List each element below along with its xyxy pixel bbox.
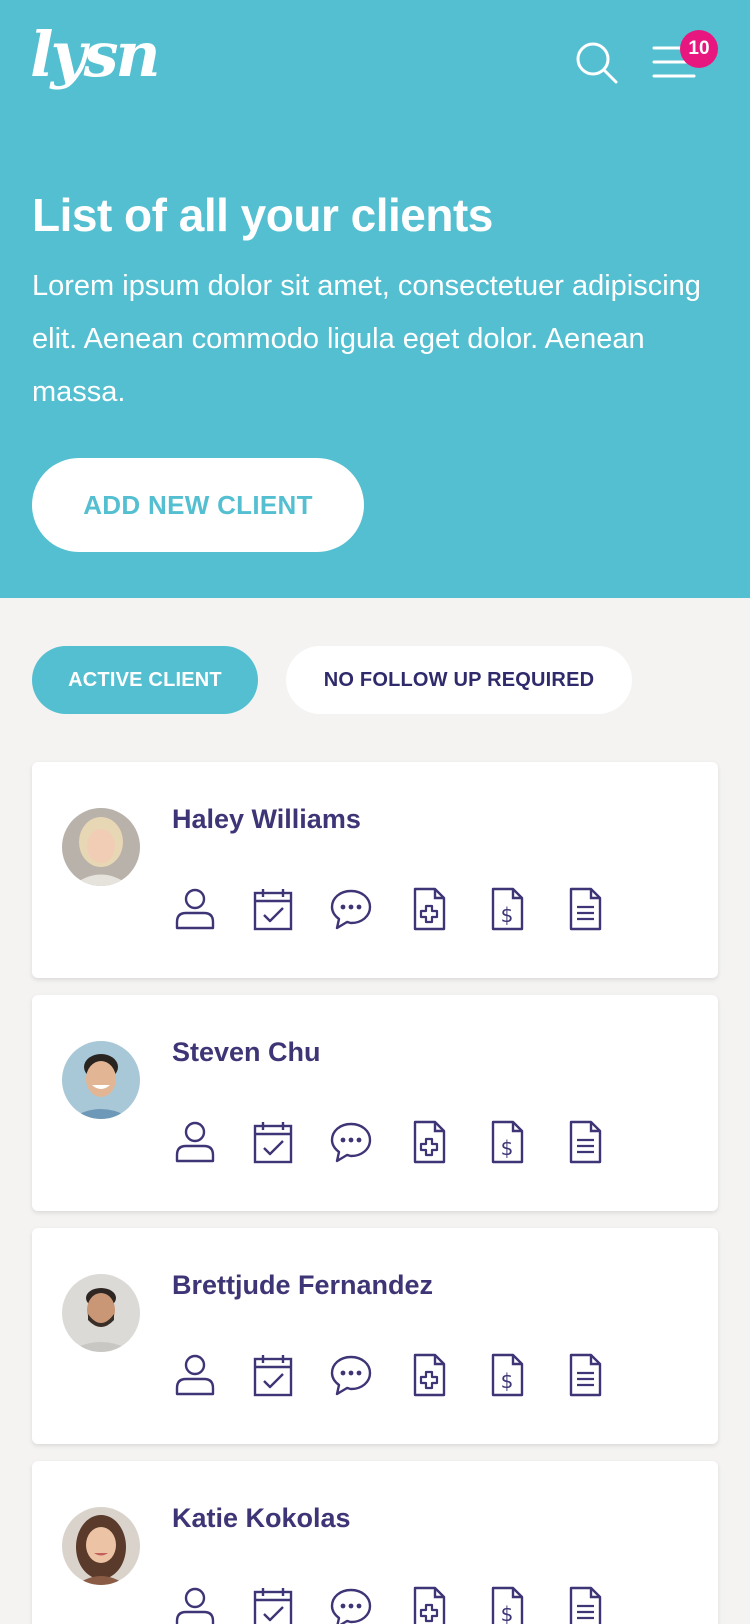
svg-text:$: $	[501, 1602, 514, 1624]
calendar-check-icon[interactable]	[250, 886, 296, 932]
client-card[interactable]: Brettjude Fernandez $	[32, 1228, 718, 1444]
svg-text:$: $	[501, 1136, 514, 1160]
filter-no-follow-up[interactable]: NO FOLLOW UP REQUIRED	[286, 646, 632, 714]
page-title: List of all your clients	[32, 189, 493, 241]
hero-header: lysn 10 List of all your clients Lorem i…	[0, 0, 750, 598]
filter-active-client[interactable]: ACTIVE CLIENT	[32, 646, 258, 714]
notes-document-icon[interactable]	[562, 1585, 608, 1624]
client-avatar[interactable]	[62, 808, 140, 886]
notes-document-icon[interactable]	[562, 1119, 608, 1165]
notes-document-icon[interactable]	[562, 1352, 608, 1398]
profile-icon[interactable]	[172, 1352, 218, 1398]
client-name[interactable]: Haley Williams	[172, 804, 361, 835]
medical-document-icon[interactable]	[406, 886, 452, 932]
profile-icon[interactable]	[172, 886, 218, 932]
client-avatar[interactable]	[62, 1041, 140, 1119]
invoice-document-icon[interactable]: $	[484, 886, 530, 932]
svg-text:$: $	[501, 903, 514, 927]
notes-document-icon[interactable]	[562, 886, 608, 932]
client-actions: $	[172, 886, 640, 932]
calendar-check-icon[interactable]	[250, 1119, 296, 1165]
client-avatar[interactable]	[62, 1274, 140, 1352]
client-actions: $	[172, 1585, 640, 1624]
client-card[interactable]: Steven Chu $	[32, 995, 718, 1211]
invoice-document-icon[interactable]: $	[484, 1352, 530, 1398]
lysn-logo[interactable]: lysn	[30, 24, 161, 86]
invoice-document-icon[interactable]: $	[484, 1119, 530, 1165]
chat-icon[interactable]	[328, 1352, 374, 1398]
client-actions: $	[172, 1352, 640, 1398]
chat-icon[interactable]	[328, 1585, 374, 1624]
medical-document-icon[interactable]	[406, 1585, 452, 1624]
chat-icon[interactable]	[328, 886, 374, 932]
client-avatar[interactable]	[62, 1507, 140, 1585]
client-actions: $	[172, 1119, 640, 1165]
client-name[interactable]: Brettjude Fernandez	[172, 1270, 433, 1301]
invoice-document-icon[interactable]: $	[484, 1585, 530, 1624]
svg-text:$: $	[501, 1369, 514, 1393]
profile-icon[interactable]	[172, 1119, 218, 1165]
calendar-check-icon[interactable]	[250, 1585, 296, 1624]
medical-document-icon[interactable]	[406, 1119, 452, 1165]
client-name[interactable]: Steven Chu	[172, 1037, 321, 1068]
calendar-check-icon[interactable]	[250, 1352, 296, 1398]
client-card[interactable]: Haley Williams $	[32, 762, 718, 978]
client-card[interactable]: Katie Kokolas $	[32, 1461, 718, 1624]
profile-icon[interactable]	[172, 1585, 218, 1624]
add-new-client-button[interactable]: ADD NEW CLIENT	[32, 458, 364, 552]
client-name[interactable]: Katie Kokolas	[172, 1503, 351, 1534]
notification-badge: 10	[680, 30, 718, 68]
medical-document-icon[interactable]	[406, 1352, 452, 1398]
search-icon[interactable]	[574, 40, 620, 86]
chat-icon[interactable]	[328, 1119, 374, 1165]
page-description: Lorem ipsum dolor sit amet, consectetuer…	[32, 270, 701, 408]
